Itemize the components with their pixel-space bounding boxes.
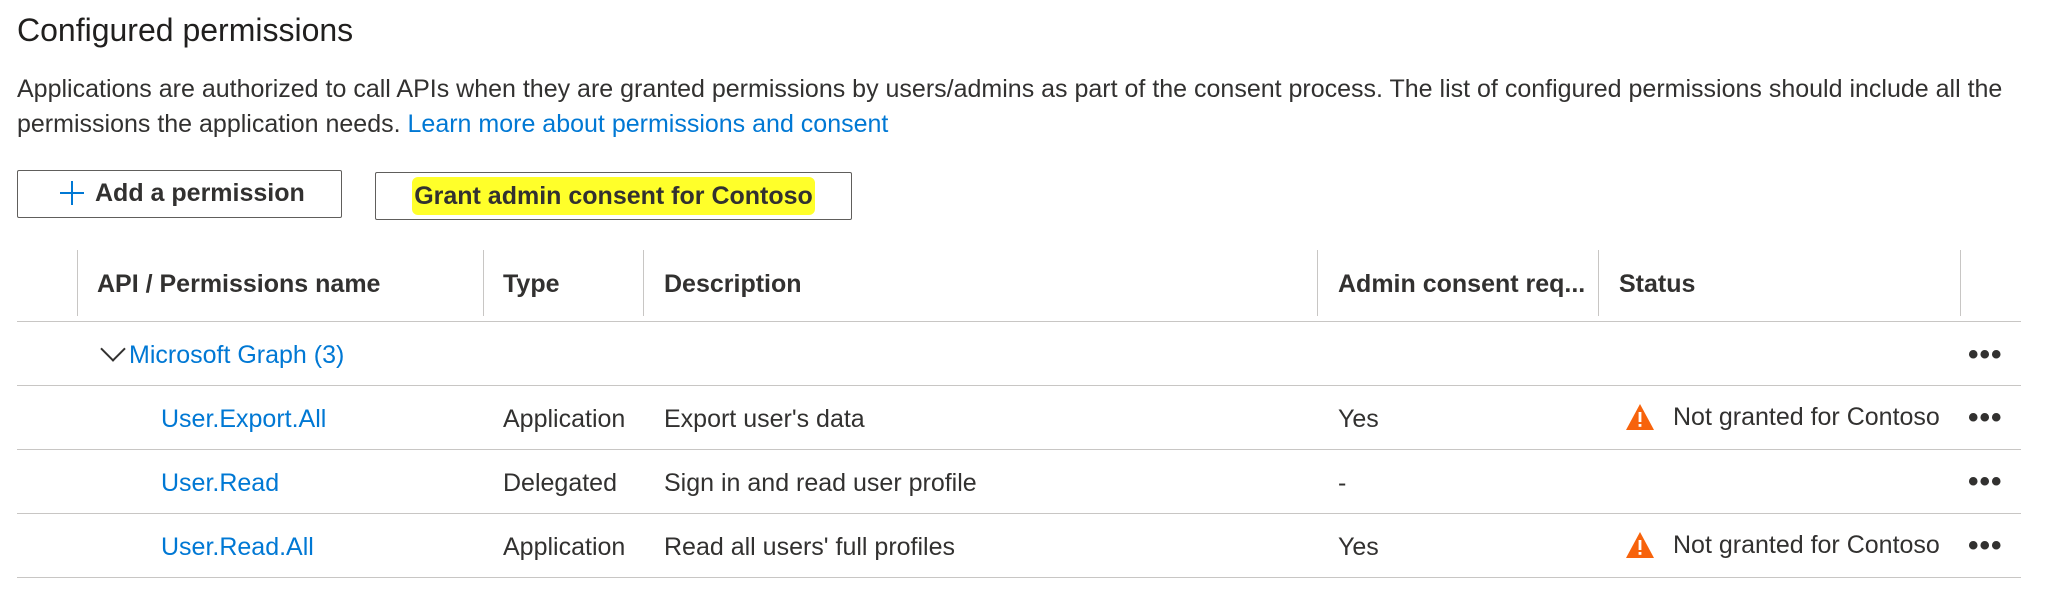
- add-permission-label: Add a permission: [95, 179, 305, 207]
- column-separator[interactable]: [483, 250, 484, 316]
- header-divider: [17, 321, 2021, 322]
- description-text: Applications are authorized to call APIs…: [17, 72, 2027, 142]
- group-label-microsoft-graph[interactable]: Microsoft Graph (3): [129, 341, 344, 370]
- status-text: Not granted for Contoso: [1673, 531, 1940, 559]
- permission-type: Application: [503, 405, 626, 433]
- group-more-options-button[interactable]: •••: [1968, 340, 2003, 370]
- row-more-options-button[interactable]: •••: [1968, 403, 2003, 433]
- column-header-type[interactable]: Type: [503, 270, 560, 299]
- permission-description: Sign in and read user profile: [664, 469, 977, 497]
- row-more-options-button[interactable]: •••: [1968, 467, 2003, 497]
- row-divider: [17, 577, 2021, 578]
- permission-name-link[interactable]: User.Read.All: [161, 533, 314, 562]
- column-separator[interactable]: [643, 250, 644, 316]
- permission-name-link[interactable]: User.Export.All: [161, 405, 326, 434]
- admin-consent-required: Yes: [1338, 533, 1379, 561]
- column-separator: [77, 250, 78, 316]
- row-more-options-button[interactable]: •••: [1968, 531, 2003, 561]
- description-body: Applications are authorized to call APIs…: [17, 75, 2003, 138]
- admin-consent-required: -: [1338, 469, 1347, 497]
- page-title: Configured permissions: [17, 12, 354, 48]
- column-header-admin-consent[interactable]: Admin consent req...: [1338, 270, 1585, 299]
- permission-name-link[interactable]: User.Read: [161, 469, 279, 498]
- column-header-description[interactable]: Description: [664, 270, 802, 299]
- column-header-name[interactable]: API / Permissions name: [97, 270, 380, 299]
- plus-icon: [60, 181, 84, 205]
- status-text: Not granted for Contoso: [1673, 403, 1940, 431]
- permission-type: Delegated: [503, 469, 617, 497]
- add-permission-button[interactable]: Add a permission: [17, 170, 342, 218]
- permission-type: Application: [503, 533, 626, 561]
- column-separator[interactable]: [1598, 250, 1599, 316]
- admin-consent-required: Yes: [1338, 405, 1379, 433]
- permission-description: Export user's data: [664, 405, 865, 433]
- column-header-status[interactable]: Status: [1619, 270, 1695, 299]
- warning-icon: [1626, 532, 1654, 558]
- column-separator[interactable]: [1317, 250, 1318, 316]
- row-divider: [17, 513, 2021, 514]
- grant-admin-consent-button[interactable]: Grant admin consent for Contoso: [375, 172, 852, 220]
- row-divider: [17, 385, 2021, 386]
- column-separator[interactable]: [1960, 250, 1961, 316]
- row-divider: [17, 449, 2021, 450]
- permission-description: Read all users' full profiles: [664, 533, 956, 561]
- learn-more-link[interactable]: Learn more about permissions and consent: [408, 110, 889, 138]
- chevron-down-icon[interactable]: [100, 336, 126, 362]
- warning-icon: [1626, 404, 1654, 430]
- grant-admin-consent-label: Grant admin consent for Contoso: [412, 177, 815, 215]
